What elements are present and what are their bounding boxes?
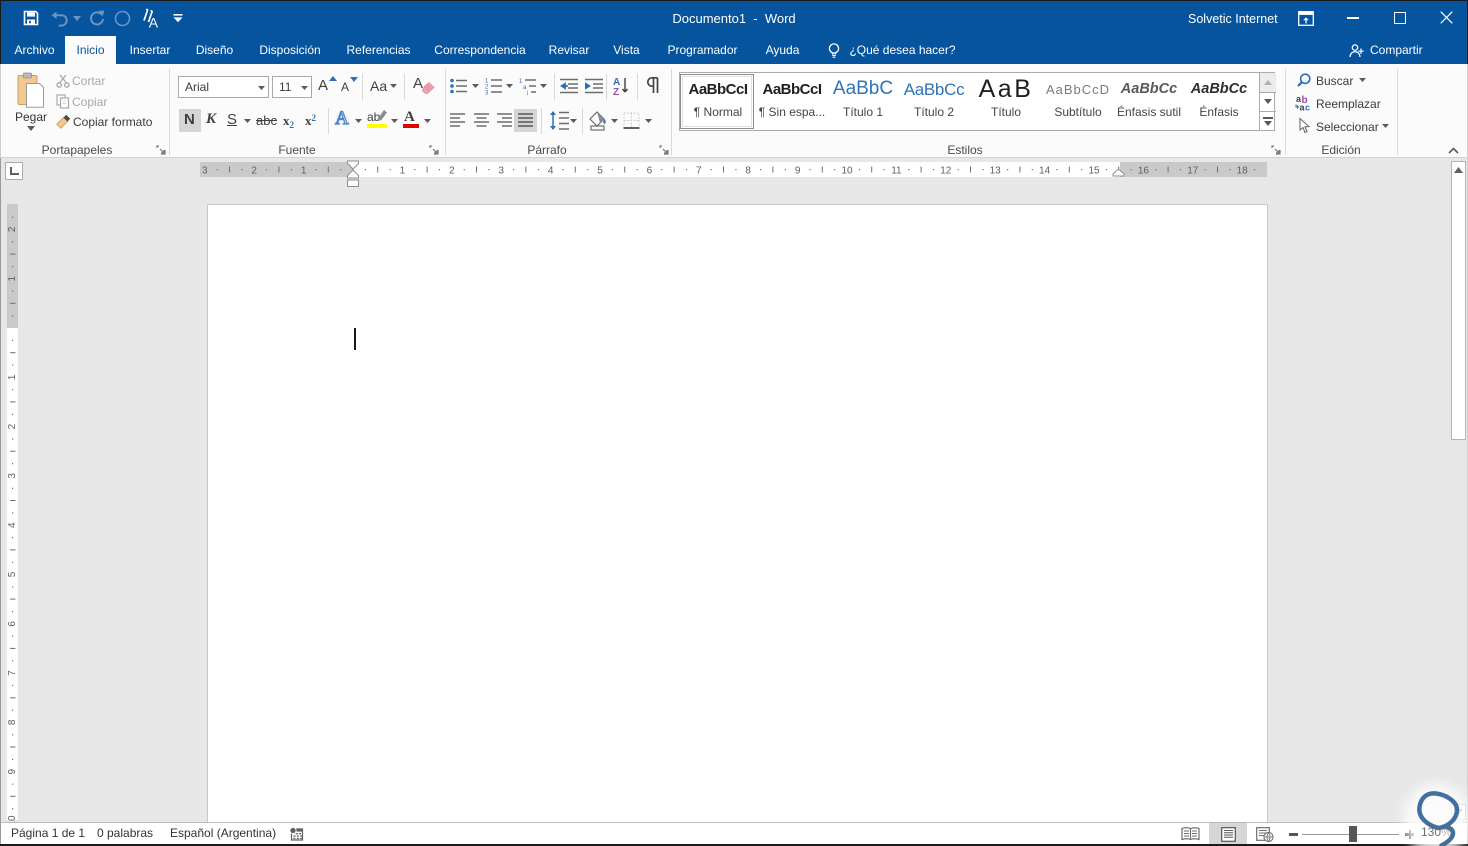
svg-text:6: 6 xyxy=(7,621,18,627)
svg-text:15: 15 xyxy=(1088,166,1100,177)
svg-text:9: 9 xyxy=(795,166,801,177)
svg-text:1: 1 xyxy=(400,166,406,177)
svg-text:10: 10 xyxy=(841,166,853,177)
svg-text:6: 6 xyxy=(647,166,653,177)
svg-text:1: 1 xyxy=(7,275,18,281)
svg-text:17: 17 xyxy=(1187,166,1199,177)
svg-text:4: 4 xyxy=(548,166,554,177)
svg-text:c: c xyxy=(1305,103,1310,113)
svg-text:3: 3 xyxy=(7,473,18,479)
svg-text:2: 2 xyxy=(251,166,257,177)
svg-text:12: 12 xyxy=(940,166,952,177)
svg-text:13: 13 xyxy=(990,166,1002,177)
svg-text:8: 8 xyxy=(745,166,751,177)
svg-text:8: 8 xyxy=(7,719,18,725)
svg-text:7: 7 xyxy=(7,670,18,676)
svg-text:Z: Z xyxy=(613,87,619,98)
svg-text:14: 14 xyxy=(1039,166,1051,177)
svg-text:9: 9 xyxy=(7,768,18,774)
svg-text:7: 7 xyxy=(696,166,702,177)
svg-text:3: 3 xyxy=(202,166,208,177)
svg-text:5: 5 xyxy=(597,166,603,177)
svg-text:A: A xyxy=(149,15,159,31)
svg-text:3: 3 xyxy=(498,166,504,177)
svg-text:2: 2 xyxy=(449,166,455,177)
svg-text:i: i xyxy=(527,91,528,97)
svg-text:2: 2 xyxy=(7,226,18,232)
svg-text:1: 1 xyxy=(301,166,307,177)
svg-text:3: 3 xyxy=(485,91,489,97)
svg-text:18: 18 xyxy=(1237,166,1249,177)
svg-text:1: 1 xyxy=(7,374,18,380)
svg-text:2: 2 xyxy=(7,423,18,429)
svg-text:16: 16 xyxy=(1138,166,1150,177)
svg-text:5: 5 xyxy=(7,571,18,577)
svg-text:4: 4 xyxy=(7,522,18,528)
svg-text:11: 11 xyxy=(891,166,902,177)
